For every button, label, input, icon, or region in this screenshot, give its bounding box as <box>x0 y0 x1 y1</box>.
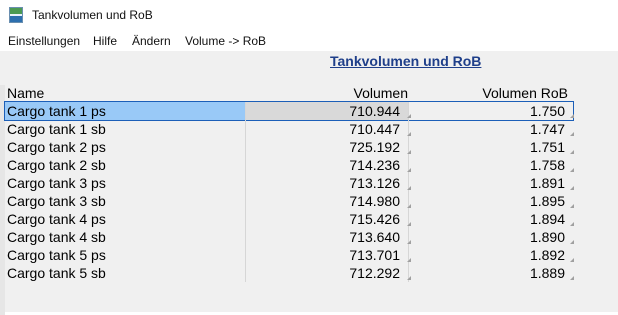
rob-cell[interactable]: 1.891 <box>408 174 573 192</box>
cell-corner-marker <box>407 114 411 118</box>
table-row[interactable]: Cargo tank 3 ps 713.126 1.891 <box>5 174 574 192</box>
cell-corner-marker <box>407 240 411 244</box>
rob-cell[interactable]: 1.889 <box>408 264 573 282</box>
rob-cell[interactable]: 1.758 <box>408 156 573 174</box>
column-header-name[interactable]: Name <box>7 85 44 101</box>
tank-name-cell[interactable]: Cargo tank 2 sb <box>5 156 245 174</box>
cell-corner-marker <box>570 186 574 190</box>
tank-name-cell[interactable]: Cargo tank 4 ps <box>5 210 245 228</box>
volume-cell[interactable]: 710.944 <box>245 102 408 120</box>
cell-corner-marker <box>570 222 574 226</box>
rob-cell[interactable]: 1.751 <box>408 138 573 156</box>
volume-cell[interactable]: 714.236 <box>245 156 408 174</box>
column-divider <box>245 192 246 210</box>
cell-corner-marker <box>570 204 574 208</box>
menu-einstellungen[interactable]: Einstellungen <box>8 34 80 48</box>
cell-corner-marker <box>407 276 411 280</box>
tank-name-cell[interactable]: Cargo tank 5 ps <box>5 246 245 264</box>
volume-cell[interactable]: 725.192 <box>245 138 408 156</box>
table-row[interactable]: Cargo tank 2 ps 725.192 1.751 <box>5 138 574 156</box>
volume-cell[interactable]: 713.126 <box>245 174 408 192</box>
report-panel: Tankvolumen und RoB Name Volumen Volumen… <box>0 51 618 315</box>
table-row[interactable]: Cargo tank 2 sb 714.236 1.758 <box>5 156 574 174</box>
menu-hilfe[interactable]: Hilfe <box>93 34 117 48</box>
tank-name-cell[interactable]: Cargo tank 3 sb <box>5 192 245 210</box>
tank-name-cell[interactable]: Cargo tank 5 sb <box>5 264 245 282</box>
volume-cell[interactable]: 715.426 <box>245 210 408 228</box>
cell-corner-marker <box>407 222 411 226</box>
rob-cell[interactable]: 1.750 <box>408 102 573 120</box>
menu-aendern[interactable]: Ändern <box>132 34 171 48</box>
column-header-rob[interactable]: Volumen RoB <box>482 85 568 101</box>
column-divider <box>245 228 246 246</box>
rob-cell[interactable]: 1.894 <box>408 210 573 228</box>
column-divider <box>245 102 246 120</box>
tank-name-cell[interactable]: Cargo tank 1 sb <box>5 120 245 138</box>
tank-name-cell[interactable]: Cargo tank 4 sb <box>5 228 245 246</box>
rob-cell[interactable]: 1.892 <box>408 246 573 264</box>
title-bar: Tankvolumen und RoB <box>0 0 618 31</box>
cell-corner-marker <box>570 114 574 118</box>
rob-cell[interactable]: 1.895 <box>408 192 573 210</box>
tank-name-cell[interactable]: Cargo tank 1 ps <box>5 102 245 120</box>
cell-corner-marker <box>407 150 411 154</box>
table-row[interactable]: Cargo tank 3 sb 714.980 1.895 <box>5 192 574 210</box>
column-divider <box>245 174 246 192</box>
cell-corner-marker <box>407 168 411 172</box>
table-header: Name Volumen Volumen RoB <box>5 85 573 101</box>
table-row[interactable]: Cargo tank 5 sb 712.292 1.889 <box>5 264 574 282</box>
column-header-volume[interactable]: Volumen <box>354 85 408 101</box>
column-divider <box>245 246 246 264</box>
cell-corner-marker <box>407 204 411 208</box>
window-title: Tankvolumen und RoB <box>32 8 153 22</box>
table-row[interactable]: Cargo tank 4 sb 713.640 1.890 <box>5 228 574 246</box>
volume-cell[interactable]: 714.980 <box>245 192 408 210</box>
table-row[interactable]: Cargo tank 5 ps 713.701 1.892 <box>5 246 574 264</box>
menu-volume-to-rob[interactable]: Volume -> RoB <box>185 34 266 48</box>
cell-corner-marker <box>407 132 411 136</box>
menu-bar: Einstellungen Hilfe Ändern Volume -> RoB <box>0 31 618 51</box>
table-row[interactable]: Cargo tank 4 ps 715.426 1.894 <box>5 210 574 228</box>
column-divider <box>245 120 246 138</box>
column-divider <box>245 210 246 228</box>
cell-corner-marker <box>570 276 574 280</box>
rob-cell[interactable]: 1.890 <box>408 228 573 246</box>
app-icon <box>9 7 23 23</box>
tank-name-cell[interactable]: Cargo tank 2 ps <box>5 138 245 156</box>
column-divider <box>245 156 246 174</box>
volume-cell[interactable]: 712.292 <box>245 264 408 282</box>
cell-corner-marker <box>570 132 574 136</box>
table-row[interactable]: Cargo tank 1 sb 710.447 1.747 <box>5 120 574 138</box>
column-divider <box>245 264 246 282</box>
column-divider <box>245 138 246 156</box>
volume-cell[interactable]: 710.447 <box>245 120 408 138</box>
report-title: Tankvolumen und RoB <box>330 53 482 69</box>
tank-name-cell[interactable]: Cargo tank 3 ps <box>5 174 245 192</box>
volume-cell[interactable]: 713.701 <box>245 246 408 264</box>
cell-corner-marker <box>407 186 411 190</box>
cell-corner-marker <box>570 240 574 244</box>
volume-cell[interactable]: 713.640 <box>245 228 408 246</box>
cell-corner-marker <box>570 258 574 262</box>
table-row[interactable]: Cargo tank 1 ps 710.944 1.750 <box>4 101 574 121</box>
cell-corner-marker <box>570 150 574 154</box>
rob-cell[interactable]: 1.747 <box>408 120 573 138</box>
cell-corner-marker <box>570 168 574 172</box>
cell-corner-marker <box>407 258 411 262</box>
